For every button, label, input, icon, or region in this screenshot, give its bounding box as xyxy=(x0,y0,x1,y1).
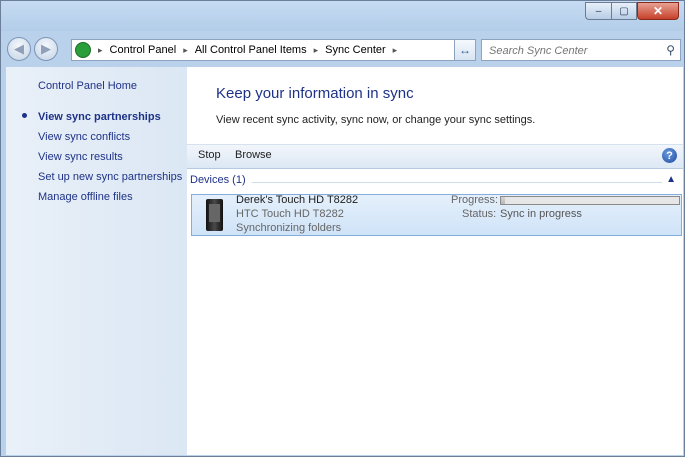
forward-arrow-icon: ▶ xyxy=(41,41,51,56)
task-pane: Control Panel Home View sync partnership… xyxy=(6,67,187,455)
status-value: Sync in progress xyxy=(500,208,582,220)
search-box[interactable]: ⚲ xyxy=(481,39,681,61)
title-bar: – ▢ ✕ xyxy=(1,1,684,31)
address-bar[interactable]: ▸ Control Panel ▸ All Control Panel Item… xyxy=(71,39,471,61)
sync-progress-bar xyxy=(500,196,680,205)
group-divider xyxy=(252,182,662,183)
sidebar-item-manage-offline-files[interactable]: Manage offline files xyxy=(38,191,133,203)
sidebar-item-setup-sync-partnerships[interactable]: Set up new sync partnerships xyxy=(38,171,182,183)
breadcrumb-separator-icon[interactable]: ▸ xyxy=(95,45,106,56)
devices-group-label: Devices (1) xyxy=(190,174,246,186)
status-label: Status: xyxy=(462,208,497,220)
control-panel-home-link[interactable]: Control Panel Home xyxy=(38,80,137,92)
breadcrumb-control-panel[interactable]: Control Panel xyxy=(106,44,181,56)
main-content: Keep your information in sync View recen… xyxy=(187,67,683,455)
sidebar-item-view-sync-conflicts[interactable]: View sync conflicts xyxy=(38,131,130,143)
breadcrumb-separator-icon[interactable]: ▸ xyxy=(390,45,401,56)
search-icon[interactable]: ⚲ xyxy=(666,43,675,57)
back-button[interactable]: ◀ xyxy=(7,37,31,61)
active-item-bullet-icon xyxy=(22,113,27,118)
back-arrow-icon: ◀ xyxy=(14,41,24,56)
phone-icon xyxy=(206,199,223,231)
devices-group-header[interactable]: Devices (1) ▲ xyxy=(190,174,680,189)
device-model: HTC Touch HD T8282 xyxy=(236,208,344,220)
forward-button[interactable]: ▶ xyxy=(34,37,58,61)
search-input[interactable] xyxy=(487,41,661,61)
sidebar-item-view-sync-partnerships[interactable]: View sync partnerships xyxy=(38,111,161,123)
breadcrumb-separator-icon[interactable]: ▸ xyxy=(180,45,191,56)
maximize-button[interactable]: ▢ xyxy=(611,2,637,20)
device-activity: Synchronizing folders xyxy=(236,222,342,234)
collapse-chevron-icon[interactable]: ▲ xyxy=(666,174,676,185)
progress-label: Progress: xyxy=(451,194,499,206)
sidebar-item-view-sync-results[interactable]: View sync results xyxy=(38,151,123,163)
page-subtitle: View recent sync activity, sync now, or … xyxy=(216,114,536,126)
help-icon[interactable]: ? xyxy=(662,148,677,163)
page-title: Keep your information in sync xyxy=(216,85,414,102)
command-bar: Stop Browse ? xyxy=(187,144,683,169)
progress-fill xyxy=(501,197,505,204)
refresh-button[interactable]: ↔ xyxy=(454,39,476,61)
refresh-icon: ↔ xyxy=(459,43,471,57)
stop-button[interactable]: Stop xyxy=(198,149,221,161)
device-name: Derek's Touch HD T8282 xyxy=(236,194,359,206)
minimize-button[interactable]: – xyxy=(585,2,611,20)
control-panel-icon xyxy=(75,42,91,58)
breadcrumb-separator-icon[interactable]: ▸ xyxy=(311,45,322,56)
navigation-bar: ◀ ▶ ▸ Control Panel ▸ All Control Panel … xyxy=(1,35,684,63)
device-list-item[interactable]: Derek's Touch HD T8282 HTC Touch HD T828… xyxy=(191,194,682,236)
close-button[interactable]: ✕ xyxy=(637,2,679,20)
breadcrumb-sync-center[interactable]: Sync Center xyxy=(321,44,390,56)
caption-buttons: – ▢ ✕ xyxy=(585,2,679,20)
sync-center-window: – ▢ ✕ ◀ ▶ ▸ Control Panel ▸ All Control … xyxy=(0,0,685,457)
breadcrumb-all-items[interactable]: All Control Panel Items xyxy=(191,44,311,56)
browse-button[interactable]: Browse xyxy=(235,149,272,161)
